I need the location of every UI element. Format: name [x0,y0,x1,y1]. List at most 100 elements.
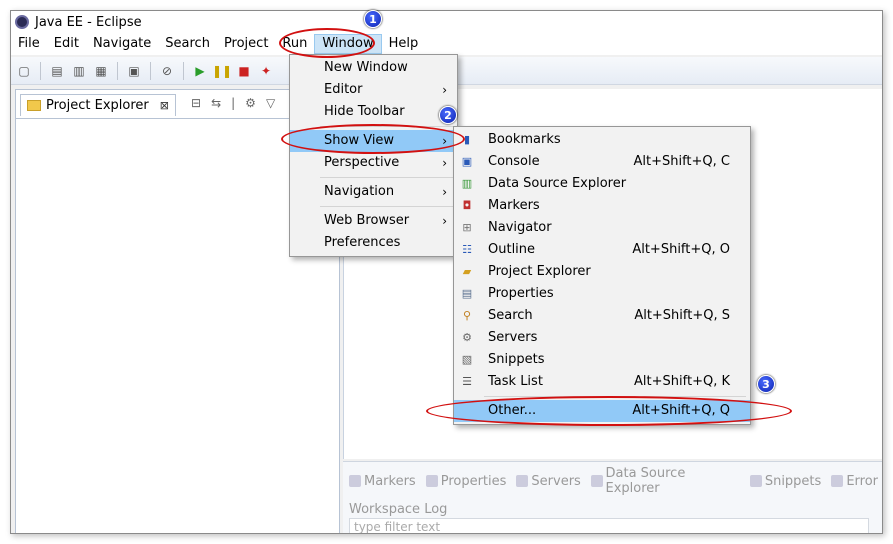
view-item-outline[interactable]: ☷ Outline Alt+Shift+Q, O [454,239,750,261]
step-badge-3: 3 [757,375,775,393]
menu-help[interactable]: Help [382,34,426,54]
view-item-navigator[interactable]: ⊞ Navigator [454,217,750,239]
view-item-properties[interactable]: ▤ Properties [454,283,750,305]
menu-navigate[interactable]: Navigate [86,34,158,54]
terminate-icon[interactable]: ■ [235,62,253,80]
view-menu-icon[interactable]: ▽ [266,96,275,110]
view-item-shortcut: Alt+Shift+Q, O [632,242,730,257]
save-icon[interactable]: ▤ [48,62,66,80]
bottom-tabs: Markers Properties Servers Data Source E… [343,462,882,500]
terminal-icon[interactable]: ▣ [125,62,143,80]
markers-icon [349,475,361,487]
menu-file[interactable]: File [11,34,47,54]
show-view-submenu: ▮ Bookmarks ▣ Console Alt+Shift+Q, C ▥ Data … [453,126,751,425]
filter-icon[interactable]: ⚙ [245,96,256,110]
folder-icon: ▰ [462,265,472,278]
menu-window[interactable]: Window [314,34,382,54]
menu-item-new-window[interactable]: New Window [290,57,457,79]
snippets-icon [749,475,762,487]
menu-item-navigation[interactable]: Navigation › [290,181,457,203]
menu-item-label: Preferences [324,235,401,250]
title-bar: Java EE - Eclipse [11,11,882,33]
view-item-servers[interactable]: ⚙ Servers [454,327,750,349]
view-item-label: Navigator [488,220,552,235]
view-item-shortcut: Alt+Shift+Q, Q [632,403,730,418]
folder-icon [27,100,41,111]
menu-item-label: Hide Toolbar [324,104,405,119]
properties-icon: ▤ [461,287,473,300]
chevron-right-icon: › [442,214,447,228]
search-icon: ⚲ [462,309,472,322]
collapse-all-icon[interactable]: ⊟ [191,96,201,110]
save-all-icon[interactable]: ▥ [70,62,88,80]
data-source-icon: ▥ [461,177,473,190]
view-item-console[interactable]: ▣ Console Alt+Shift+Q, C [454,151,750,173]
chevron-right-icon: › [442,185,447,199]
view-item-other[interactable]: Other... Alt+Shift+Q, Q [454,400,750,422]
menu-item-label: Editor [324,82,363,97]
menu-run[interactable]: Run [275,34,314,54]
menu-edit[interactable]: Edit [47,34,86,54]
menu-item-label: Show View [324,133,395,148]
view-item-shortcut: Alt+Shift+Q, K [634,374,730,389]
menu-separator [320,206,453,207]
menu-item-preferences[interactable]: Preferences [290,232,457,254]
view-item-label: Search [488,308,533,323]
chevron-right-icon: › [442,83,447,97]
menu-item-label: New Window [324,60,408,75]
menu-item-perspective[interactable]: Perspective › [290,152,457,174]
menu-item-show-view[interactable]: Show View › [290,130,457,152]
view-item-bookmarks[interactable]: ▮ Bookmarks [454,129,750,151]
bookmark-icon: ▮ [463,133,471,146]
servers-icon [516,475,529,487]
view-item-label: Outline [488,242,536,257]
tab-servers[interactable]: Servers [516,466,581,496]
resume-icon[interactable]: ▶ [191,62,209,80]
menu-item-web-browser[interactable]: Web Browser › [290,210,457,232]
menu-separator [320,126,453,127]
close-icon[interactable]: ⊠ [160,99,169,112]
bottom-panel: Markers Properties Servers Data Source E… [343,461,882,533]
suspend-icon[interactable]: ❚❚ [212,62,232,80]
task-list-icon: ☰ [462,375,472,388]
view-item-project-explorer[interactable]: ▰ Project Explorer [454,261,750,283]
menu-item-hide-toolbar[interactable]: Hide Toolbar [290,101,457,123]
menu-item-editor[interactable]: Editor › [290,79,457,101]
menu-separator [320,177,453,178]
window-menu: New Window Editor › Hide Toolbar Show Vie… [289,54,458,257]
skip-breakpoints-icon[interactable]: ⊘ [158,62,176,80]
project-explorer-tab[interactable]: Project Explorer ⊠ [20,94,176,116]
new-icon[interactable]: ▢ [15,62,33,80]
menu-item-label: Perspective [324,155,400,170]
toolbar-separator [183,61,184,80]
menu-search[interactable]: Search [158,34,217,54]
tab-markers[interactable]: Markers [349,466,416,496]
view-item-markers[interactable]: ◘ Markers [454,195,750,217]
toolbar-separator [117,61,118,80]
view-item-task-list[interactable]: ☰ Task List Alt+Shift+Q, K [454,371,750,393]
print-icon[interactable]: ▦ [92,62,110,80]
tab-properties[interactable]: Properties [425,466,506,496]
servers-icon: ⚙ [462,331,472,344]
tab-error[interactable]: Error [831,466,878,496]
menu-project[interactable]: Project [217,34,275,54]
menu-item-label: Web Browser [324,213,410,228]
filter-input[interactable]: type filter text [349,518,869,533]
disconnect-icon[interactable]: ✦ [257,62,275,80]
view-item-data-source-explorer[interactable]: ▥ Data Source Explorer [454,173,750,195]
menu-bar: File Edit Navigate Search Project Run Wi… [11,33,882,55]
link-editor-icon[interactable]: ⇆ [211,96,221,110]
tab-data-source-explorer[interactable]: Data Source Explorer [590,466,740,496]
error-icon [831,475,844,487]
tab-snippets[interactable]: Snippets [749,466,821,496]
view-item-label: Data Source Explorer [488,176,627,191]
view-item-snippets[interactable]: ▧ Snippets [454,349,750,371]
view-item-search[interactable]: ⚲ Search Alt+Shift+Q, S [454,305,750,327]
toolbar-separator [150,61,151,80]
separator-icon: | [231,96,236,110]
console-icon: ▣ [461,155,473,168]
workspace-log-title: Workspace Log [349,502,448,517]
project-explorer-label: Project Explorer [46,98,149,113]
properties-icon [425,475,438,487]
menu-separator [484,396,746,397]
